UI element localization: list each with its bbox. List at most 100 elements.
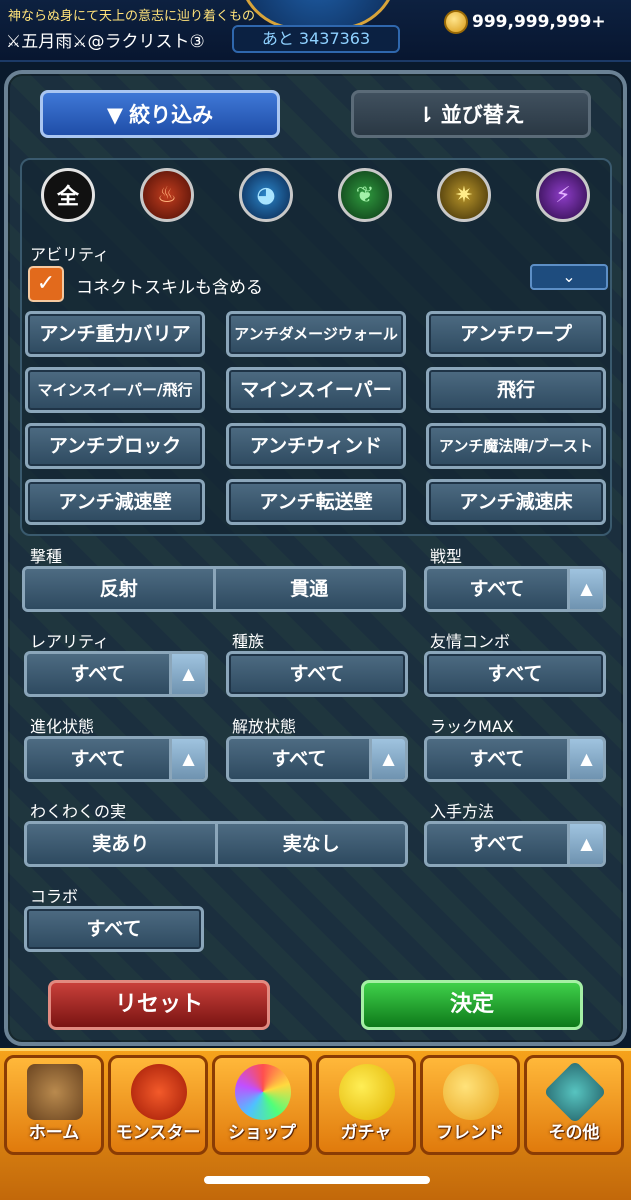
combo-label: 友情コンボ bbox=[430, 632, 511, 651]
element-light-button[interactable]: ✷ bbox=[437, 168, 491, 222]
element-water-button[interactable]: ◕ bbox=[239, 168, 293, 222]
evo-value: すべて bbox=[70, 748, 126, 770]
arrow-up-icon[interactable]: ▲ bbox=[369, 739, 405, 779]
expand-ability-button[interactable]: ⌄ bbox=[530, 264, 608, 290]
arrow-up-icon[interactable]: ▲ bbox=[567, 739, 603, 779]
rarity-label: レアリティ bbox=[30, 632, 110, 651]
release-label: 解放状態 bbox=[232, 717, 297, 736]
race-label: 種族 bbox=[232, 632, 265, 651]
release-dropdown[interactable]: すべて ▲ bbox=[226, 736, 408, 782]
sort-icon: ⇂ bbox=[417, 103, 435, 127]
element-dark-button[interactable]: ⚡ bbox=[536, 168, 590, 222]
question-icon bbox=[543, 1060, 607, 1124]
rarity-dropdown[interactable]: すべて ▲ bbox=[24, 651, 208, 697]
home-icon bbox=[27, 1064, 83, 1120]
home-indicator bbox=[204, 1176, 430, 1184]
element-all-button[interactable]: 全 bbox=[41, 168, 95, 222]
confirm-button[interactable]: 決定 bbox=[361, 980, 583, 1030]
ability-label: アビリティ bbox=[30, 245, 110, 264]
ability-button[interactable]: アンチウィンド bbox=[226, 423, 406, 469]
evo-dropdown[interactable]: すべて ▲ bbox=[24, 736, 208, 782]
tab-sort-label: 並び替え bbox=[440, 103, 525, 127]
coin-count: 999,999,999+ bbox=[472, 12, 606, 32]
collab-label: コラボ bbox=[30, 887, 79, 906]
tab-sort[interactable]: ⇂ 並び替え bbox=[351, 90, 591, 138]
sentai-label: 戦型 bbox=[430, 547, 463, 566]
player-name: ⚔五月雨⚔@ラクリスト③ bbox=[6, 32, 205, 52]
nav-gacha[interactable]: ガチャ bbox=[316, 1055, 416, 1155]
fire-icon: ♨ bbox=[157, 182, 177, 208]
nav-label: その他 bbox=[548, 1123, 600, 1143]
nav-label: モンスター bbox=[115, 1123, 201, 1143]
connect-skill-checkbox[interactable]: ✓ bbox=[28, 266, 64, 302]
nav-home[interactable]: ホーム bbox=[4, 1055, 104, 1155]
tab-filter[interactable]: ▼ 絞り込み bbox=[40, 90, 280, 138]
geki-option-pierce[interactable]: 貫通 bbox=[212, 569, 403, 609]
ability-button[interactable]: アンチダメージウォール bbox=[226, 311, 406, 357]
ability-button[interactable]: アンチ魔法陣/ブースト bbox=[426, 423, 606, 469]
wood-icon: ❦ bbox=[355, 182, 375, 208]
collab-dropdown[interactable]: すべて bbox=[24, 906, 204, 952]
chevron-down-icon: ⌄ bbox=[562, 267, 576, 286]
obtain-label: 入手方法 bbox=[430, 802, 495, 821]
nav-label: ホーム bbox=[28, 1123, 80, 1143]
luck-label: ラックMAX bbox=[430, 717, 514, 736]
tab-filter-label: 絞り込み bbox=[129, 103, 214, 127]
nav-friend[interactable]: フレンド bbox=[420, 1055, 520, 1155]
combo-dropdown[interactable]: すべて bbox=[424, 651, 606, 697]
player-title: 神ならぬ身にて天上の意志に辿り着くもの bbox=[8, 9, 256, 24]
sentai-dropdown[interactable]: すべて ▲ bbox=[424, 566, 606, 612]
rarity-value: すべて bbox=[70, 663, 126, 685]
geki-selector: 反射 貫通 bbox=[22, 566, 406, 612]
obtain-value: すべて bbox=[469, 833, 525, 855]
arrow-up-icon[interactable]: ▲ bbox=[567, 569, 603, 609]
coin-icon bbox=[444, 10, 468, 34]
release-value: すべて bbox=[271, 748, 327, 770]
ability-button[interactable]: アンチブロック bbox=[25, 423, 205, 469]
connect-skill-label: コネクトスキルも含める bbox=[76, 278, 263, 298]
water-icon: ◕ bbox=[256, 182, 276, 208]
sentai-value: すべて bbox=[469, 578, 525, 600]
nav-label: ショップ bbox=[228, 1123, 296, 1143]
gacha-egg-icon bbox=[339, 1064, 395, 1120]
ability-button[interactable]: 飛行 bbox=[426, 367, 606, 413]
nav-monster[interactable]: モンスター bbox=[108, 1055, 208, 1155]
geki-label: 撃種 bbox=[30, 547, 63, 566]
exp-remaining: あと 3437363 bbox=[232, 25, 400, 53]
check-icon: ✓ bbox=[36, 271, 56, 296]
race-dropdown[interactable]: すべて bbox=[226, 651, 408, 697]
nav-shop[interactable]: ショップ bbox=[212, 1055, 312, 1155]
evo-label: 進化状態 bbox=[30, 717, 95, 736]
fruit-selector: 実あり 実なし bbox=[24, 821, 408, 867]
luck-value: すべて bbox=[469, 748, 525, 770]
ability-button[interactable]: アンチワープ bbox=[426, 311, 606, 357]
ability-button[interactable]: アンチ減速床 bbox=[426, 479, 606, 525]
light-icon: ✷ bbox=[454, 182, 474, 208]
element-all-label: 全 bbox=[56, 185, 79, 210]
status-bar: 神ならぬ身にて天上の意志に辿り着くもの ⚔五月雨⚔@ラクリスト③ あと 3437… bbox=[0, 0, 631, 62]
geki-option-reflect[interactable]: 反射 bbox=[25, 569, 213, 609]
element-wood-button[interactable]: ❦ bbox=[338, 168, 392, 222]
element-fire-button[interactable]: ♨ bbox=[140, 168, 194, 222]
orb-icon bbox=[235, 1064, 291, 1120]
friend-icon bbox=[443, 1064, 499, 1120]
ability-button[interactable]: アンチ転送壁 bbox=[226, 479, 406, 525]
nav-label: ガチャ bbox=[340, 1123, 392, 1143]
obtain-dropdown[interactable]: すべて ▲ bbox=[424, 821, 606, 867]
reset-button[interactable]: リセット bbox=[48, 980, 270, 1030]
fruit-option-yes[interactable]: 実あり bbox=[27, 824, 215, 864]
ability-button[interactable]: マインスイーパー bbox=[226, 367, 406, 413]
nav-other[interactable]: その他 bbox=[524, 1055, 624, 1155]
arrow-up-icon[interactable]: ▲ bbox=[567, 824, 603, 864]
monster-icon bbox=[131, 1064, 187, 1120]
arrow-up-icon[interactable]: ▲ bbox=[169, 654, 205, 694]
ability-button[interactable]: マインスイーパー/飛行 bbox=[25, 367, 205, 413]
fruit-option-no[interactable]: 実なし bbox=[214, 824, 405, 864]
arrow-up-icon[interactable]: ▲ bbox=[169, 739, 205, 779]
luck-dropdown[interactable]: すべて ▲ bbox=[424, 736, 606, 782]
ability-button[interactable]: アンチ重力バリア bbox=[25, 311, 205, 357]
fruit-label: わくわくの実 bbox=[30, 802, 127, 821]
ability-button[interactable]: アンチ減速壁 bbox=[25, 479, 205, 525]
dark-icon: ⚡ bbox=[555, 182, 571, 208]
nav-label: フレンド bbox=[436, 1123, 504, 1143]
